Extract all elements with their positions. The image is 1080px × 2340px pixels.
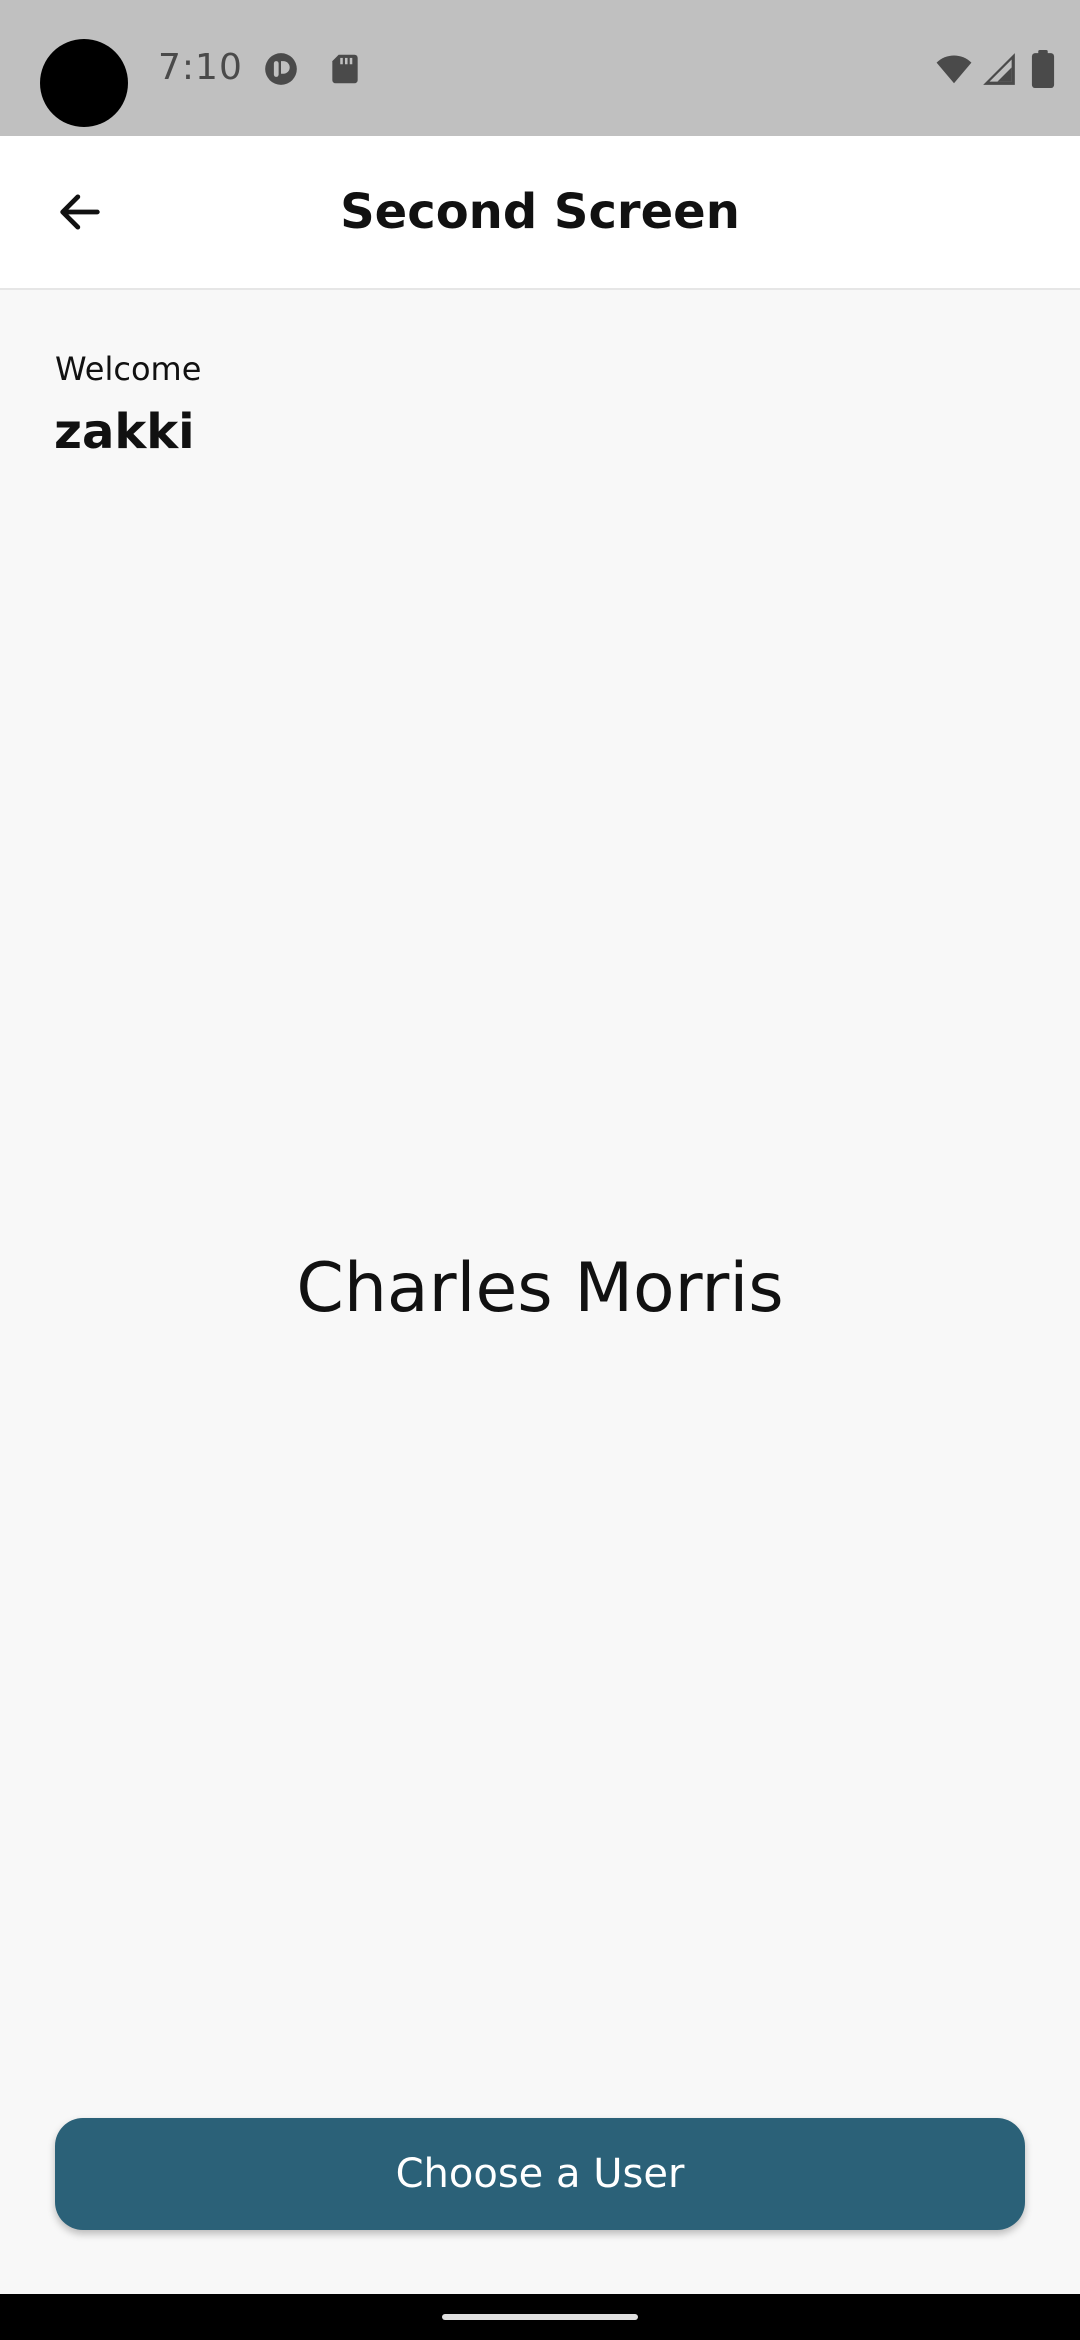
app-notification-icon <box>262 50 300 88</box>
choose-user-button[interactable]: Choose a User <box>55 2118 1025 2230</box>
selected-user-name: Charles Morris <box>296 1249 784 1328</box>
status-bar: 7:10 <box>0 0 1080 136</box>
wifi-icon <box>935 50 973 88</box>
navigation-bar <box>0 2294 1080 2340</box>
user-name: zakki <box>54 404 195 460</box>
battery-icon <box>1030 50 1056 88</box>
sd-card-icon <box>326 50 364 88</box>
page-title: Second Screen <box>340 184 740 240</box>
camera-cutout <box>40 39 128 127</box>
top-app-bar: Second Screen <box>0 136 1080 290</box>
second-screen: 7:10 Second Screen Welcome zakki Charles… <box>0 0 1080 2340</box>
status-time: 7:10 <box>158 47 243 88</box>
home-indicator[interactable] <box>442 2314 638 2320</box>
signal-icon <box>980 50 1018 88</box>
welcome-label: Welcome <box>55 350 202 388</box>
